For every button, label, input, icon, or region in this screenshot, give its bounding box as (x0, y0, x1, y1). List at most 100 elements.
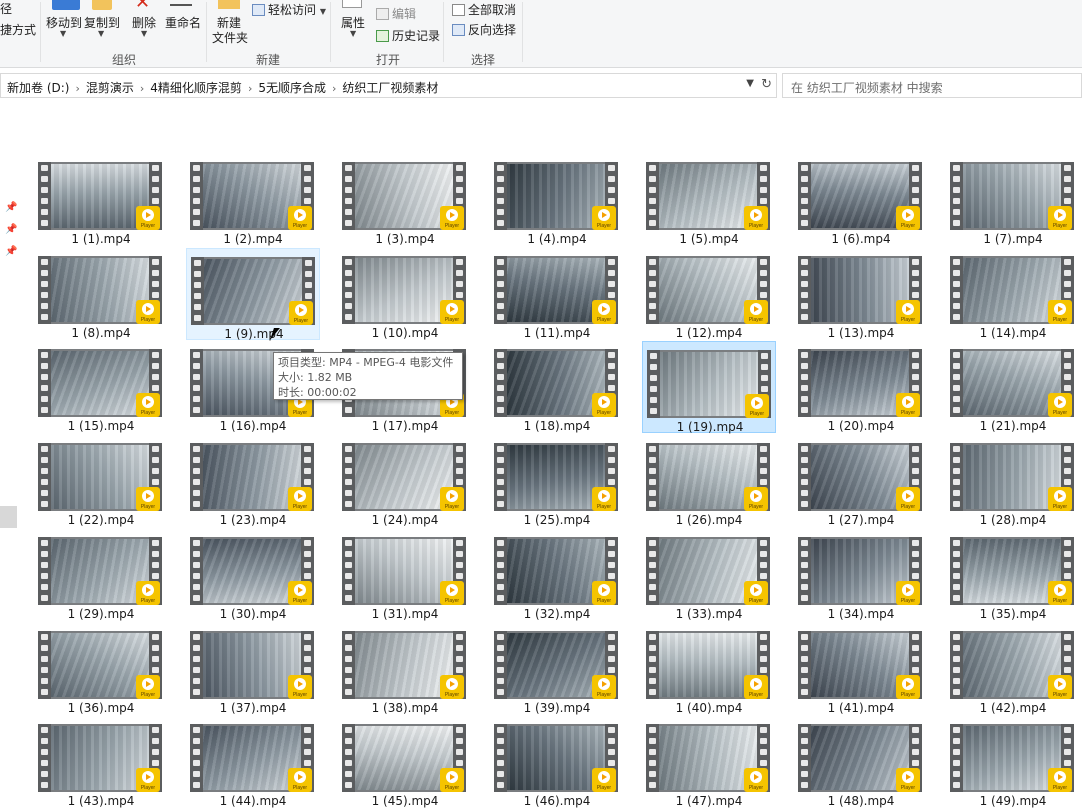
file-name: 1 (31).mp4 (371, 607, 439, 621)
breadcrumb-item[interactable]: 5无顺序合成 (258, 81, 326, 95)
file-item[interactable]: Player 1 (47).mp4 (642, 716, 776, 808)
file-item[interactable]: Player 1 (35).mp4 (946, 529, 1080, 621)
file-item[interactable]: Player 1 (43).mp4 (36, 716, 168, 808)
breadcrumb-item[interactable]: 4精细化顺序混剪 (150, 81, 242, 95)
play-icon (902, 209, 914, 221)
player-badge-icon: Player (592, 675, 616, 699)
file-item[interactable]: Player 1 (49).mp4 (946, 716, 1080, 808)
file-item[interactable]: Player 1 (19).mp4 (642, 341, 776, 434)
file-item[interactable]: Player 1 (25).mp4 (490, 435, 624, 527)
file-item[interactable]: Player 1 (1).mp4 (36, 160, 168, 246)
player-badge-label: Player (1052, 785, 1068, 791)
file-item[interactable]: Player 1 (22).mp4 (36, 435, 168, 527)
file-item[interactable]: Player 1 (36).mp4 (36, 623, 168, 715)
pin-icon[interactable]: 📌 (5, 246, 17, 257)
file-item[interactable]: Player 1 (20).mp4 (794, 341, 928, 433)
file-item[interactable]: Player 1 (4).mp4 (490, 160, 624, 246)
file-item[interactable]: Player 1 (32).mp4 (490, 529, 624, 621)
breadcrumb-item[interactable]: 混剪演示 (86, 81, 134, 95)
file-item[interactable]: Player 1 (40).mp4 (642, 623, 776, 715)
file-item[interactable]: Player 1 (21).mp4 (946, 341, 1080, 433)
easy-access-button[interactable]: 轻松访问 ▼ (252, 1, 326, 18)
film-strip (950, 631, 963, 699)
film-strip (950, 349, 963, 417)
ribbon-separator (330, 2, 331, 62)
file-item[interactable]: Player 1 (7).mp4 (946, 160, 1080, 246)
chevron-right-icon[interactable]: › (140, 82, 144, 95)
video-thumbnail: Player (494, 724, 618, 792)
ribbon-cut-label-2[interactable]: 捷方式 (0, 21, 36, 38)
edit-icon (376, 8, 389, 20)
history-button[interactable]: 历史记录 (376, 27, 440, 44)
file-item[interactable]: Player 1 (9).mp4 (186, 248, 320, 341)
play-icon (750, 678, 762, 690)
file-item[interactable]: Player 1 (30).mp4 (186, 529, 320, 621)
video-frame (963, 351, 1061, 415)
navigation-pane-edge[interactable]: 📌 📌 📌 (0, 110, 20, 810)
player-badge-icon: Player (288, 581, 312, 605)
file-name: 1 (20).mp4 (827, 419, 895, 433)
play-icon (446, 584, 458, 596)
new-folder-button-line2[interactable]: 文件夹 (212, 29, 248, 46)
file-item[interactable]: Player 1 (3).mp4 (338, 160, 472, 246)
file-item[interactable]: Player 1 (23).mp4 (186, 435, 320, 527)
file-item[interactable]: Player 1 (39).mp4 (490, 623, 624, 715)
rename-button[interactable]: 重命名 (165, 14, 201, 31)
breadcrumb-item[interactable]: 纺织工厂视频素材 (342, 81, 438, 95)
search-input[interactable]: 在 纺织工厂视频素材 中搜索 (782, 73, 1082, 98)
chevron-right-icon[interactable]: › (332, 82, 336, 95)
file-item[interactable]: Player 1 (18).mp4 (490, 341, 624, 433)
file-item[interactable]: Player 1 (46).mp4 (490, 716, 624, 808)
play-icon (750, 584, 762, 596)
file-item[interactable]: Player 1 (6).mp4 (794, 160, 928, 246)
refresh-icon[interactable]: ↻ (761, 77, 772, 92)
pin-icon[interactable]: 📌 (5, 202, 17, 213)
chevron-right-icon[interactable]: › (75, 82, 79, 95)
file-item[interactable]: Player 1 (24).mp4 (338, 435, 472, 527)
pin-icon[interactable]: 📌 (5, 224, 17, 235)
file-item[interactable]: Player 1 (26).mp4 (642, 435, 776, 527)
file-item[interactable]: Player 1 (12).mp4 (642, 248, 776, 340)
file-item[interactable]: Player 1 (37).mp4 (186, 623, 320, 715)
edit-button[interactable]: 编辑 (376, 5, 416, 22)
nav-selected-item[interactable] (0, 506, 17, 528)
ribbon-cut-label-1[interactable]: 径 (0, 0, 12, 17)
file-item[interactable]: Player 1 (2).mp4 (186, 160, 320, 246)
chevron-down-icon[interactable]: ▼ (746, 78, 754, 89)
file-item[interactable]: Player 1 (13).mp4 (794, 248, 928, 340)
file-item[interactable]: Player 1 (14).mp4 (946, 248, 1080, 340)
breadcrumb-item[interactable]: 新加卷 (D:) (7, 81, 69, 95)
file-item[interactable]: Player 1 (28).mp4 (946, 435, 1080, 527)
chevron-right-icon[interactable]: › (248, 82, 252, 95)
film-strip (38, 256, 51, 324)
file-item[interactable]: Player 1 (42).mp4 (946, 623, 1080, 715)
select-none-button[interactable]: 全部取消 (452, 1, 516, 18)
player-badge-icon: Player (592, 768, 616, 792)
file-item[interactable]: Player 1 (8).mp4 (36, 248, 168, 340)
player-badge-label: Player (444, 598, 460, 604)
file-item[interactable]: Player 1 (44).mp4 (186, 716, 320, 808)
play-icon (294, 771, 306, 783)
file-item[interactable]: Player 1 (34).mp4 (794, 529, 928, 621)
file-item[interactable]: Player 1 (29).mp4 (36, 529, 168, 621)
play-icon (142, 303, 154, 315)
file-item[interactable]: Player 1 (45).mp4 (338, 716, 472, 808)
file-item[interactable]: Player 1 (41).mp4 (794, 623, 928, 715)
file-item[interactable]: Player 1 (31).mp4 (338, 529, 472, 621)
address-bar[interactable]: 新加卷 (D:) › 混剪演示 › 4精细化顺序混剪 › 5无顺序合成 › 纺织工厂视频素材 ▼… (0, 73, 777, 98)
file-item[interactable]: Player 1 (11).mp4 (490, 248, 624, 340)
file-item[interactable]: Player 1 (5).mp4 (642, 160, 776, 246)
file-item[interactable]: Player 1 (33).mp4 (642, 529, 776, 621)
file-item[interactable]: Player 1 (48).mp4 (794, 716, 928, 808)
file-item[interactable]: Player 1 (10).mp4 (338, 248, 472, 340)
invert-selection-label: 反向选择 (468, 23, 517, 37)
file-item[interactable]: Player 1 (38).mp4 (338, 623, 472, 715)
file-name: 1 (19).mp4 (676, 420, 744, 434)
play-icon (750, 209, 762, 221)
invert-selection-button[interactable]: 反向选择 (452, 21, 516, 38)
video-thumbnail: Player (798, 162, 922, 230)
player-badge-icon: Player (896, 675, 920, 699)
file-item[interactable]: Player 1 (15).mp4 (36, 341, 168, 433)
film-strip (190, 443, 203, 511)
file-item[interactable]: Player 1 (27).mp4 (794, 435, 928, 527)
